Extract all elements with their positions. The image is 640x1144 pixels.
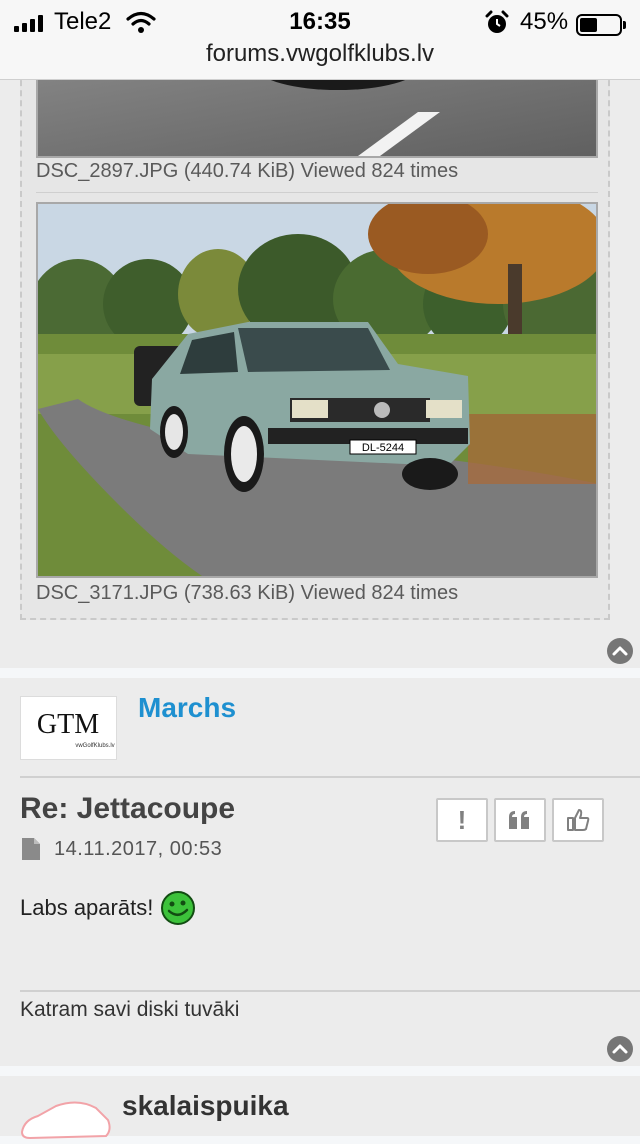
chevron-up-icon — [612, 646, 628, 656]
forum-post: skalaispuika — [0, 1076, 640, 1140]
chevron-up-icon — [612, 1044, 628, 1054]
battery-level — [580, 18, 597, 32]
smiley-icon — [161, 891, 196, 925]
address-bar-url[interactable]: forums.vwgolfklubs.lv — [0, 40, 640, 68]
license-plate: DL-5244 — [362, 442, 404, 454]
document-icon[interactable] — [22, 838, 40, 865]
attachment-image-2[interactable]: DL-5244 — [36, 202, 598, 578]
battery-percent: 45% — [520, 8, 569, 35]
quote-icon — [509, 811, 529, 829]
like-button[interactable] — [552, 798, 604, 842]
post-body: Labs aparāts! — [20, 890, 197, 926]
battery-icon — [576, 14, 626, 36]
divider — [36, 192, 598, 193]
report-button[interactable]: ! — [436, 798, 488, 842]
attachment-box: DSC_2897.JPG (440.74 KiB) Viewed 824 tim… — [20, 60, 610, 620]
divider — [20, 776, 640, 778]
back-to-top-button[interactable] — [607, 1036, 633, 1062]
avatar-logo-text: GTM — [37, 709, 99, 740]
post-signature: Katram savi diski tuvāki — [20, 998, 240, 1021]
forum-post: GTM vwGolfKlubs.lv Marchs Re: Jettacoupe… — [0, 678, 640, 1066]
car-photo: DL-5244 — [38, 204, 596, 576]
post-author[interactable]: Marchs — [138, 692, 236, 724]
post-title[interactable]: Re: Jettacoupe — [20, 792, 235, 826]
quote-button[interactable] — [494, 798, 546, 842]
alarm-icon — [484, 10, 510, 41]
attachment-caption-2: DSC_3171.JPG (738.63 KiB) Viewed 824 tim… — [36, 582, 459, 604]
signature-divider — [20, 990, 640, 992]
back-to-top-button[interactable] — [607, 638, 633, 664]
report-icon: ! — [457, 804, 467, 835]
status-bar: Tele2 16:35 45% forums.vwgolfklubs.lv — [0, 0, 640, 80]
avatar[interactable]: GTM vwGolfKlubs.lv — [20, 696, 117, 760]
avatar[interactable] — [16, 1084, 116, 1144]
post-author[interactable]: skalaispuika — [122, 1090, 289, 1122]
avatar-logo-subtext: vwGolfKlubs.lv — [75, 743, 114, 749]
attachment-caption-1: DSC_2897.JPG (440.74 KiB) Viewed 824 tim… — [36, 160, 459, 182]
attachments-post: DSC_2897.JPG (440.74 KiB) Viewed 824 tim… — [0, 0, 640, 668]
post-body-text: Labs aparāts! — [20, 895, 154, 920]
post-date: 14.11.2017, 00:53 — [54, 838, 223, 860]
thumbs-up-icon — [567, 809, 590, 831]
